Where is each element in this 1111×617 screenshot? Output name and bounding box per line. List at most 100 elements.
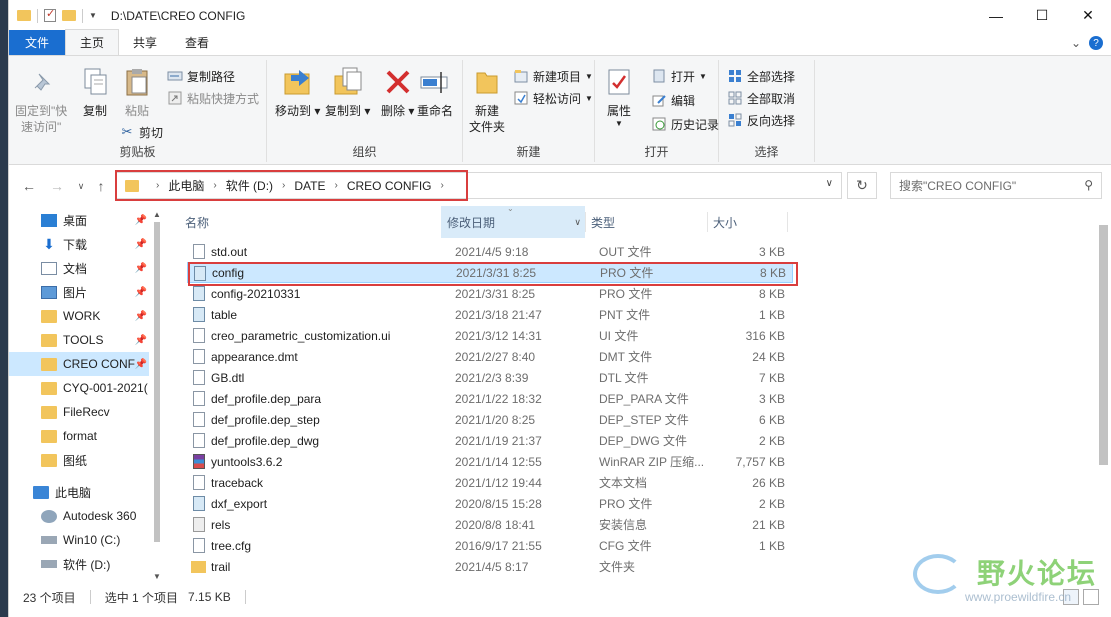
file-icon bbox=[193, 349, 205, 364]
scrollbar-thumb[interactable] bbox=[1099, 225, 1108, 465]
column-header-date[interactable]: 修改日期 ⌄ ∨ bbox=[441, 206, 585, 238]
file-type: CFG 文件 bbox=[599, 539, 652, 553]
column-divider[interactable] bbox=[787, 212, 788, 232]
cut-label: 剪切 bbox=[139, 125, 164, 140]
table-row[interactable]: def_profile.dep_step 2021/1/20 8:25 DEP_ST… bbox=[187, 409, 793, 430]
close-button[interactable]: ✕ bbox=[1065, 0, 1111, 31]
sidebar-item-drawings[interactable]: 图纸 bbox=[9, 448, 149, 472]
pin-icon: 📌 bbox=[134, 310, 147, 322]
sidebar-item-autodesk[interactable]: Autodesk 360 bbox=[9, 504, 149, 528]
new-folder-quick-icon[interactable] bbox=[62, 10, 76, 21]
easy-access-button[interactable]: 轻松访问 ▼ bbox=[513, 88, 593, 108]
column-header-name[interactable]: 名称 bbox=[179, 206, 441, 238]
cut-button[interactable]: ✂ 剪切 bbox=[119, 122, 163, 142]
up-arrow-icon[interactable]: ↑ bbox=[91, 176, 111, 196]
file-name: creo_parametric_customization.ui bbox=[211, 328, 391, 343]
file-icon bbox=[193, 433, 205, 448]
tab-view[interactable]: 查看 bbox=[171, 30, 223, 55]
table-row[interactable]: std.out 2021/4/5 9:18 OUT 文件 3 KB bbox=[187, 241, 793, 262]
scrollbar-thumb[interactable] bbox=[154, 222, 160, 542]
chevron-down-icon[interactable]: ∨ bbox=[574, 217, 581, 228]
sidebar-item-drive-c[interactable]: Win10 (C:) bbox=[9, 528, 149, 552]
forward-arrow-icon[interactable]: → bbox=[47, 176, 67, 196]
sidebar-item-tools[interactable]: TOOLS 📌 bbox=[9, 328, 149, 352]
sidebar-item-desktop[interactable]: 桌面 📌 bbox=[9, 208, 149, 232]
sidebar-item-work[interactable]: WORK 📌 bbox=[9, 304, 149, 328]
watermark-logo-icon bbox=[913, 554, 963, 594]
table-row[interactable]: appearance.dmt 2021/2/27 8:40 DMT 文件 24 KB bbox=[187, 346, 793, 367]
chevron-down-icon[interactable]: ∨ bbox=[826, 178, 833, 189]
back-arrow-icon[interactable]: ← bbox=[19, 176, 39, 196]
sidebar-item-creo-config[interactable]: CREO CONF 📌 bbox=[9, 352, 149, 376]
folder-icon bbox=[41, 309, 57, 323]
tab-share[interactable]: 共享 bbox=[119, 30, 171, 55]
column-header-size[interactable]: 大小 bbox=[707, 206, 787, 238]
copy-to-label: 复制到 ▾ bbox=[325, 104, 371, 118]
move-to-button[interactable]: 移动到 ▾ bbox=[275, 64, 320, 119]
properties-button[interactable]: 属性 ▼ bbox=[603, 64, 635, 129]
tab-file[interactable]: 文件 bbox=[9, 30, 66, 55]
sidebar-item-pictures[interactable]: 图片 📌 bbox=[9, 280, 149, 304]
maximize-button[interactable]: ☐ bbox=[1019, 0, 1065, 31]
minimize-button[interactable]: — bbox=[973, 0, 1019, 31]
select-none-button[interactable]: 全部取消 bbox=[727, 88, 795, 108]
navigation-scrollbar[interactable]: ▲ ▼ bbox=[151, 210, 163, 586]
sidebar-item-downloads[interactable]: ⬇ 下载 📌 bbox=[9, 232, 149, 256]
table-row[interactable]: rels 2020/8/8 18:41 安装信息 21 KB bbox=[187, 514, 793, 535]
table-row[interactable]: creo_parametric_customization.ui 2021/3/1… bbox=[187, 325, 793, 346]
table-row[interactable]: dxf_export 2020/8/15 15:28 PRO 文件 2 KB bbox=[187, 493, 793, 514]
refresh-button[interactable]: ↻ bbox=[847, 172, 877, 199]
scroll-up-icon[interactable]: ▲ bbox=[151, 210, 163, 219]
edit-label: 编辑 bbox=[671, 93, 696, 108]
properties-quick-icon[interactable] bbox=[44, 7, 56, 22]
file-date: 2021/1/22 18:32 bbox=[455, 391, 542, 406]
column-header-type[interactable]: 类型 bbox=[585, 206, 707, 238]
copy-path-button[interactable]: 复制路径 bbox=[167, 66, 235, 86]
rename-button[interactable]: 重命名 bbox=[417, 64, 453, 119]
table-row[interactable]: traceback 2021/1/12 19:44 文本文档 26 KB bbox=[187, 472, 793, 493]
sidebar-item-cyq[interactable]: CYQ-001-2021( bbox=[9, 376, 149, 400]
table-row[interactable]: table 2021/3/18 21:47 PNT 文件 1 KB bbox=[187, 304, 793, 325]
table-row[interactable]: GB.dtl 2021/2/3 8:39 DTL 文件 7 KB bbox=[187, 367, 793, 388]
file-icon bbox=[193, 370, 205, 385]
tab-home[interactable]: 主页 bbox=[65, 29, 120, 55]
file-list-scrollbar[interactable] bbox=[1096, 225, 1110, 585]
search-input[interactable]: 搜索"CREO CONFIG" ⚲ bbox=[890, 172, 1102, 199]
edit-button[interactable]: 编辑 bbox=[651, 90, 695, 110]
file-icon bbox=[193, 244, 205, 259]
customize-quick-access-icon[interactable]: ▼ bbox=[89, 11, 97, 20]
paste-shortcut-button[interactable]: 粘贴快捷方式 bbox=[167, 88, 259, 108]
sidebar-item-format[interactable]: format bbox=[9, 424, 149, 448]
help-icon[interactable]: ? bbox=[1089, 36, 1103, 50]
recent-locations-icon[interactable]: ∨ bbox=[71, 176, 91, 196]
select-all-button[interactable]: 全部选择 bbox=[727, 66, 795, 86]
table-row[interactable]: yuntools3.6.2 2021/1/14 12:55 WinRAR ZIP 压… bbox=[187, 451, 793, 472]
table-row[interactable]: def_profile.dep_para 2021/1/22 18:32 DEP_P… bbox=[187, 388, 793, 409]
delete-button[interactable]: 删除 ▾ bbox=[381, 64, 414, 119]
table-row[interactable]: config-20210331 2021/3/31 8:25 PRO 文件 8 KB bbox=[187, 283, 793, 304]
scroll-down-icon[interactable]: ▼ bbox=[151, 572, 163, 581]
sidebar-item-drive-d[interactable]: 软件 (D:) bbox=[9, 552, 149, 576]
copy-button[interactable]: 复制 bbox=[79, 64, 111, 119]
documents-icon bbox=[41, 261, 57, 275]
file-name: table bbox=[211, 307, 238, 322]
table-row[interactable]: def_profile.dep_dwg 2021/1/19 21:37 DEP_DW… bbox=[187, 430, 793, 451]
invert-selection-button[interactable]: 反向选择 bbox=[727, 110, 795, 130]
copy-to-button[interactable]: 复制到 ▾ bbox=[325, 64, 370, 119]
pin-quick-access-button[interactable]: 固定到"快 速访问" bbox=[15, 64, 67, 135]
collapse-ribbon-icon[interactable]: ⌄ bbox=[1071, 36, 1081, 50]
new-item-button[interactable]: 新建项目 ▼ bbox=[513, 66, 593, 86]
file-date: 2021/4/5 9:18 bbox=[455, 244, 529, 259]
sidebar-item-documents[interactable]: 文档 📌 bbox=[9, 256, 149, 280]
folder-icon bbox=[41, 453, 57, 467]
open-button[interactable]: 打开 ▼ bbox=[651, 66, 707, 86]
sidebar-item-filerecv[interactable]: FileRecv bbox=[9, 400, 149, 424]
file-type: 文本文档 bbox=[599, 476, 648, 490]
dropdown-arrow-icon: ▼ bbox=[585, 71, 593, 81]
new-folder-button[interactable]: 新建 文件夹 bbox=[469, 64, 505, 135]
history-button[interactable]: 历史记录 bbox=[651, 114, 719, 134]
paste-button[interactable]: 粘贴 bbox=[121, 64, 153, 119]
sidebar-item-this-pc[interactable]: 此电脑 bbox=[9, 480, 149, 504]
table-row[interactable]: tree.cfg 2016/9/17 21:55 CFG 文件 1 KB bbox=[187, 535, 793, 556]
table-row[interactable]: trail 2021/4/5 8:17 文件夹 bbox=[187, 556, 793, 577]
